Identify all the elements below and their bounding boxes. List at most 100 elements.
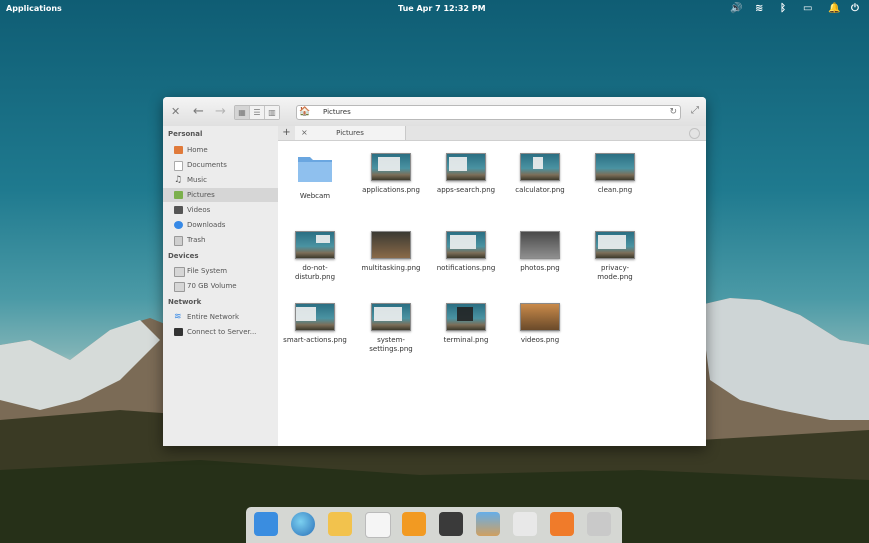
folder-icon (298, 157, 332, 182)
multitasking-view-icon[interactable] (254, 512, 278, 536)
sidebar-item-label: Entire Network (187, 313, 240, 321)
sidebar-item-documents[interactable]: Documents (163, 158, 278, 172)
photos-icon[interactable] (476, 512, 500, 536)
file-item[interactable]: photos.png (505, 231, 575, 273)
files-icon[interactable] (587, 512, 611, 536)
file-name: multitasking.png (361, 264, 421, 272)
close-tab-icon[interactable]: × (301, 126, 308, 140)
power-icon[interactable]: ⏻ (851, 3, 859, 14)
music-icon[interactable] (402, 512, 426, 536)
file-item[interactable]: calculator.png (505, 153, 575, 195)
system-settings-icon[interactable] (513, 512, 537, 536)
image-thumbnail (520, 153, 560, 181)
maximize-icon[interactable]: ⤢ (691, 105, 699, 116)
file-name: calculator.png (515, 186, 565, 194)
dock (246, 507, 622, 543)
list-view-icon[interactable]: ☰ (250, 106, 265, 119)
file-grid: Webcam applications.png apps-search.png … (278, 141, 706, 446)
battery-icon[interactable]: ▭ (803, 3, 812, 14)
calendar-icon[interactable] (365, 512, 391, 538)
image-thumbnail (520, 231, 560, 259)
back-arrow-icon[interactable]: ← (193, 104, 204, 119)
top-panel: Applications Tue Apr 7 12:32 PM 🔊 ≋ ᛒ ▭ … (0, 0, 869, 18)
image-thumbnail (371, 153, 411, 181)
sidebar-item-entire-network[interactable]: ≋ Entire Network (163, 310, 278, 324)
applications-menu[interactable]: Applications (6, 4, 62, 13)
file-item[interactable]: notifications.png (431, 231, 501, 273)
sidebar-item-home[interactable]: Home (163, 143, 278, 157)
file-name: smart-actions.png (283, 336, 347, 344)
new-tab-button[interactable]: + (278, 126, 296, 140)
file-name: Webcam (299, 192, 331, 200)
document-icon (174, 161, 183, 171)
clock[interactable]: Tue Apr 7 12:32 PM (398, 4, 486, 13)
grid-view-icon[interactable]: ▦ (235, 106, 250, 119)
sidebar-item-volume[interactable]: 70 GB Volume (163, 279, 278, 293)
sidebar-item-trash[interactable]: Trash (163, 233, 278, 247)
path-bar[interactable]: 🏠 Pictures ↻ (296, 105, 681, 120)
sidebar-item-file-system[interactable]: File System (163, 264, 278, 278)
volume-icon[interactable]: 🔊 (730, 3, 742, 14)
drive-icon (174, 267, 185, 277)
sidebar-item-music[interactable]: ♫ Music (163, 173, 278, 187)
music-icon: ♫ (174, 175, 183, 185)
notifications-icon[interactable]: 🔔 (828, 3, 840, 14)
videos-icon[interactable] (439, 512, 463, 536)
videos-icon (174, 206, 183, 214)
sidebar-item-downloads[interactable]: Downloads (163, 218, 278, 232)
home-icon (174, 146, 183, 154)
file-name: do-not- disturb.png (294, 264, 336, 281)
wifi-icon[interactable]: ≋ (755, 3, 763, 14)
sidebar-item-label: 70 GB Volume (187, 282, 237, 290)
image-thumbnail (295, 231, 335, 259)
sidebar-item-label: Documents (187, 161, 227, 169)
image-thumbnail (595, 231, 635, 259)
file-item[interactable]: do-not- disturb.png (280, 231, 350, 282)
file-item[interactable]: Webcam (280, 153, 350, 201)
sidebar-item-label: Videos (187, 206, 211, 214)
file-item[interactable]: terminal.png (431, 303, 501, 345)
restore-tab-icon[interactable] (689, 128, 700, 139)
image-thumbnail (446, 231, 486, 259)
bluetooth-icon[interactable]: ᛒ (780, 3, 786, 14)
view-mode-switcher: ▦ ☰ ▥ (234, 105, 280, 120)
file-item[interactable]: multitasking.png (356, 231, 426, 273)
tab-pictures[interactable]: Pictures × (295, 126, 406, 140)
sidebar-item-videos[interactable]: Videos (163, 203, 278, 217)
home-icon[interactable]: 🏠 (299, 106, 310, 119)
sidebar-heading-devices: Devices (168, 252, 199, 260)
sidebar-heading-personal: Personal (168, 130, 203, 138)
web-browser-icon[interactable] (291, 512, 315, 536)
file-manager-window: ✕ ← → ▦ ☰ ▥ 🏠 Pictures ↻ ⤢ Personal Home… (163, 97, 706, 446)
forward-arrow-icon[interactable]: → (215, 104, 226, 119)
file-item[interactable]: privacy- mode.png (580, 231, 650, 282)
file-name: privacy- mode.png (597, 264, 633, 281)
sidebar-item-connect-to-server[interactable]: Connect to Server... (163, 325, 278, 339)
column-view-icon[interactable]: ▥ (265, 106, 279, 119)
image-thumbnail (371, 303, 411, 331)
image-thumbnail (295, 303, 335, 331)
sidebar: Personal Home Documents ♫ Music Pictures … (163, 126, 279, 446)
file-name: photos.png (520, 264, 560, 272)
app-center-icon[interactable] (550, 512, 574, 536)
breadcrumb-pictures[interactable]: Pictures (323, 106, 351, 119)
file-item[interactable]: apps-search.png (431, 153, 501, 195)
file-item[interactable]: smart-actions.png (280, 303, 350, 345)
image-thumbnail (520, 303, 560, 331)
trash-icon (174, 236, 183, 246)
server-icon (174, 328, 183, 336)
file-item[interactable]: videos.png (505, 303, 575, 345)
file-item[interactable]: applications.png (356, 153, 426, 195)
sidebar-item-label: Connect to Server... (187, 328, 257, 336)
downloads-icon (174, 221, 183, 229)
sidebar-item-pictures[interactable]: Pictures (163, 188, 278, 202)
reload-icon[interactable]: ↻ (669, 106, 677, 119)
file-item[interactable]: system- settings.png (356, 303, 426, 354)
network-icon: ≋ (174, 312, 182, 322)
sidebar-item-label: Home (187, 146, 208, 154)
close-icon[interactable]: ✕ (171, 105, 180, 118)
image-thumbnail (595, 153, 635, 181)
file-item[interactable]: clean.png (580, 153, 650, 195)
file-name: notifications.png (436, 264, 496, 272)
mail-icon[interactable] (328, 512, 352, 536)
